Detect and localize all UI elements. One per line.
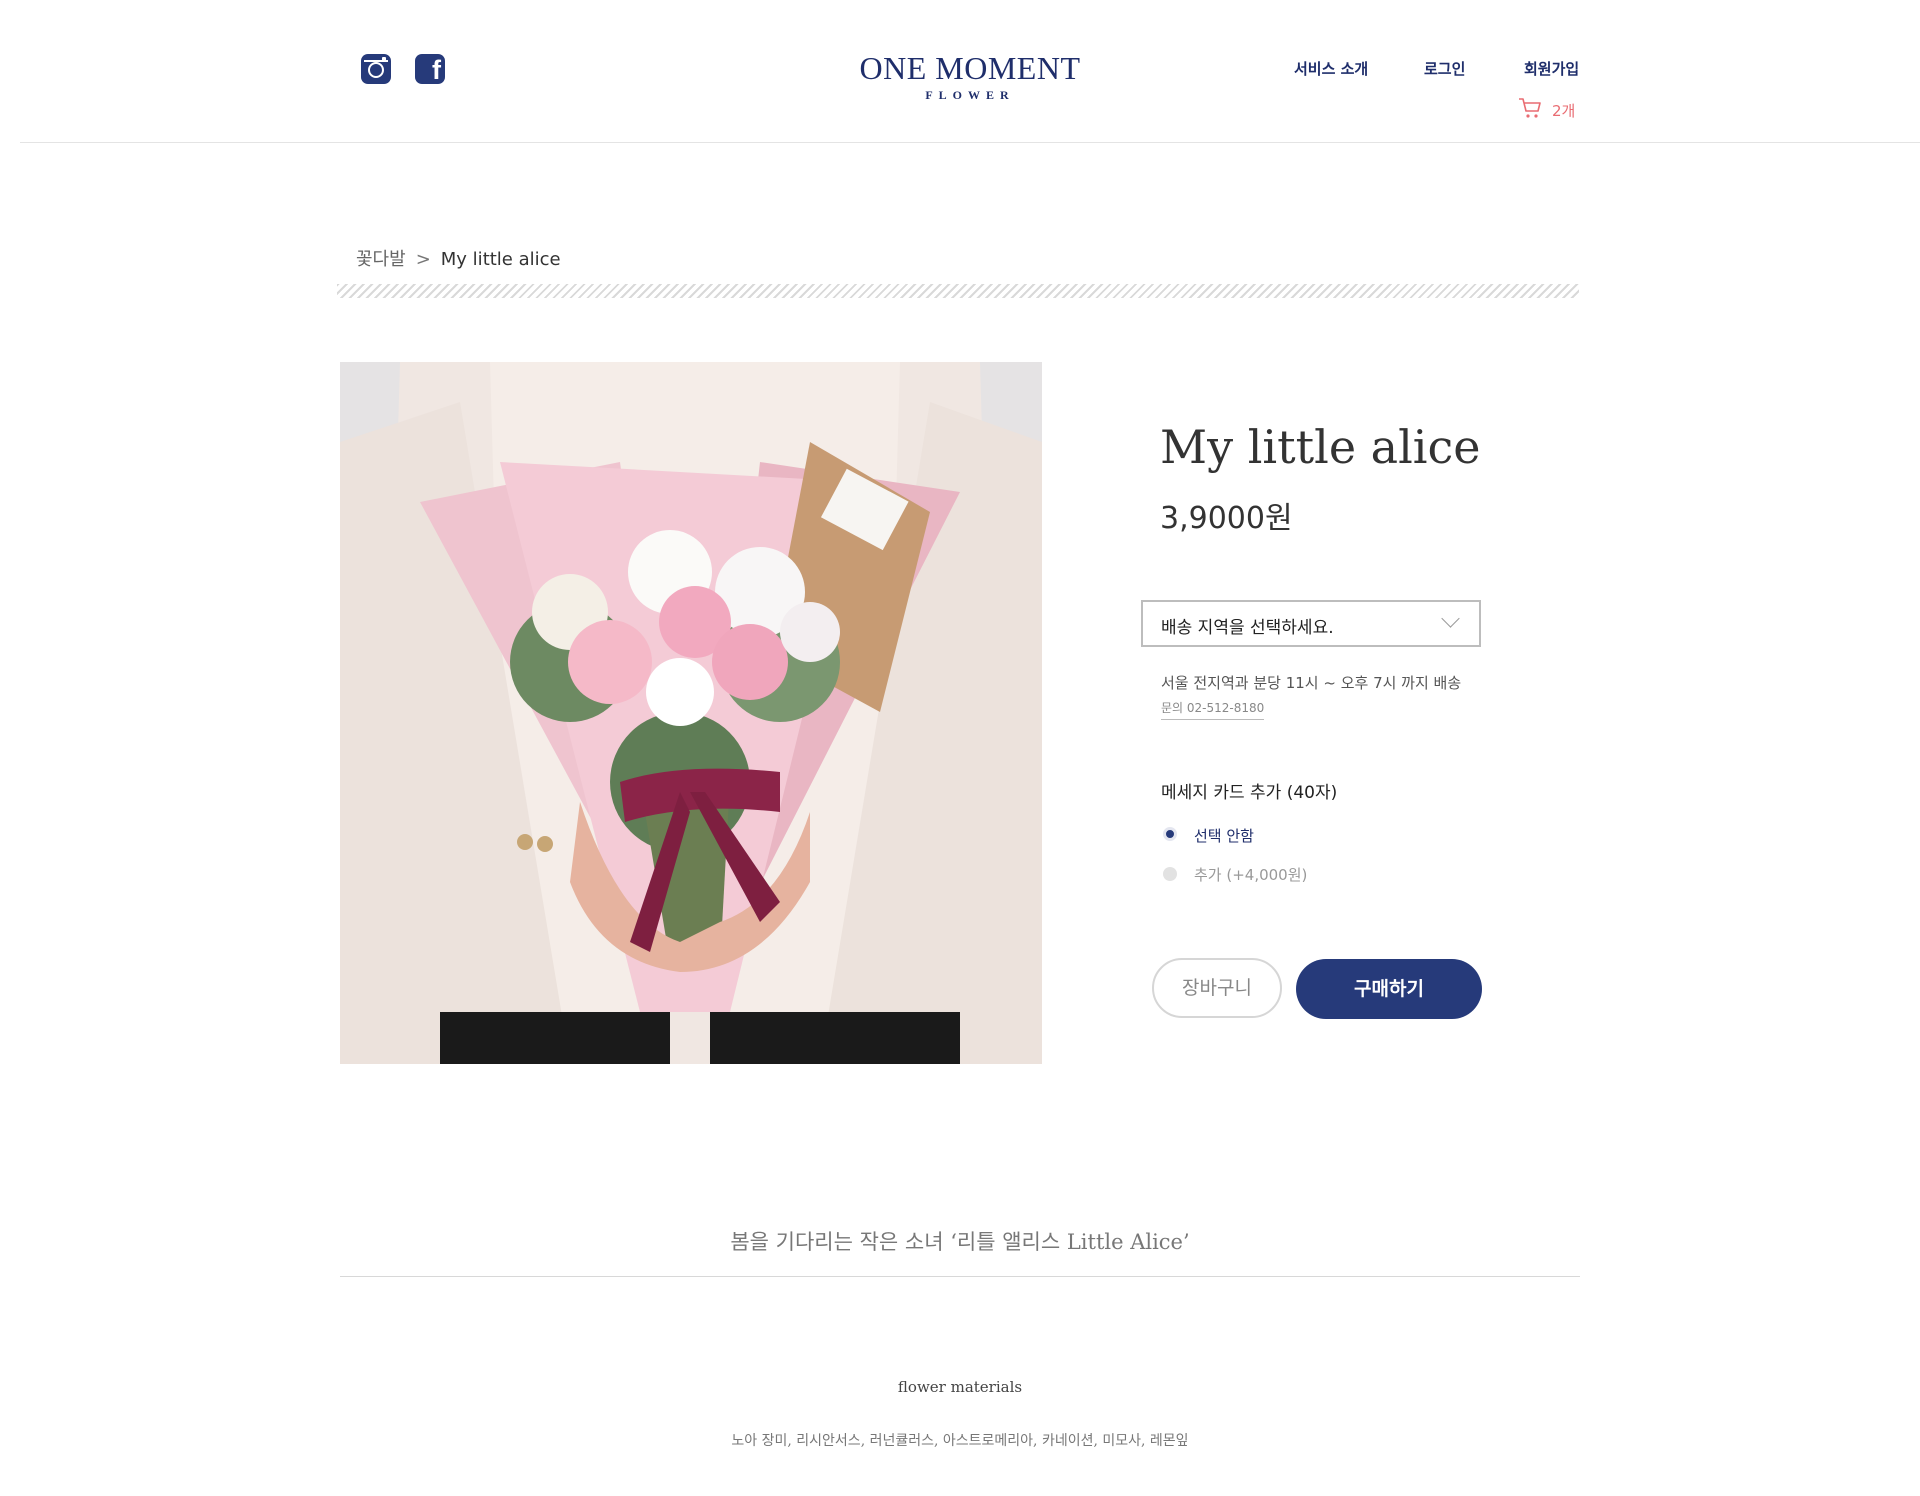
description-divider bbox=[340, 1276, 1580, 1277]
header-divider bbox=[20, 142, 1920, 143]
facebook-icon[interactable]: f bbox=[415, 54, 445, 85]
instagram-icon[interactable] bbox=[361, 54, 391, 84]
product-title: My little alice bbox=[1160, 420, 1481, 474]
add-to-cart-button[interactable]: 장바구니 bbox=[1152, 958, 1282, 1018]
radio-no-card-label[interactable]: 선택 안함 bbox=[1194, 825, 1254, 846]
shipping-info: 서울 전지역과 분당 11시 ~ 오후 7시 까지 배송 bbox=[1161, 674, 1462, 692]
delivery-area-select[interactable]: 배송 지역을 선택하세요. bbox=[1141, 600, 1481, 647]
materials-list: 노아 장미, 리시안서스, 러넌큘러스, 아스트로메리아, 카네이션, 미모사,… bbox=[731, 1433, 1189, 1449]
logo[interactable]: ONE MOMENT bbox=[820, 50, 1120, 87]
description-headline: 봄을 기다리는 작은 소녀 ‘리틀 앨리스 Little Alice’ bbox=[730, 1230, 1190, 1254]
nav-login[interactable]: 로그인 bbox=[1424, 58, 1465, 79]
product-image bbox=[340, 362, 1042, 1064]
nav-signup[interactable]: 회원가입 bbox=[1524, 58, 1579, 79]
nav-service-intro[interactable]: 서비스 소개 bbox=[1294, 58, 1368, 79]
cart-count[interactable]: 2개 bbox=[1552, 100, 1575, 121]
product-price: 3,9000원 bbox=[1160, 501, 1293, 536]
radio-add-card[interactable] bbox=[1163, 867, 1177, 881]
contact-phone[interactable]: 문의 02-512-8180 bbox=[1161, 699, 1265, 720]
cart-icon[interactable] bbox=[1518, 96, 1542, 120]
delivery-area-select-value: 배송 지역을 선택하세요. bbox=[1161, 618, 1334, 638]
buy-button[interactable]: 구매하기 bbox=[1296, 959, 1482, 1019]
chevron-down-icon bbox=[1441, 609, 1460, 628]
breadcrumb: 꽃다발 > My little alice bbox=[356, 245, 561, 271]
radio-add-card-label[interactable]: 추가 (+4,000원) bbox=[1194, 864, 1307, 885]
breadcrumb-parent[interactable]: 꽃다발 bbox=[356, 249, 406, 270]
materials-title: flower materials bbox=[897, 1378, 1023, 1396]
message-card-title: 메세지 카드 추가 (40자) bbox=[1161, 783, 1338, 803]
breadcrumb-separator: > bbox=[415, 249, 431, 270]
radio-no-card[interactable] bbox=[1163, 827, 1177, 841]
breadcrumb-current: My little alice bbox=[440, 249, 561, 270]
hatched-divider bbox=[337, 284, 1579, 298]
logo-subtitle: FLOWER bbox=[925, 88, 1015, 102]
